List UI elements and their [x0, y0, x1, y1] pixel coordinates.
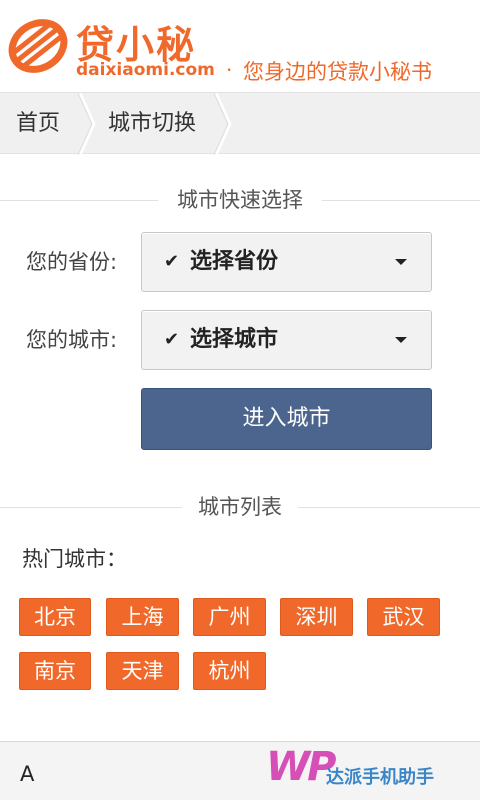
- breadcrumb-separator-icon: [214, 93, 232, 155]
- city-label: 您的城市:: [26, 328, 118, 352]
- city-tag-nanjing[interactable]: 南京: [19, 652, 91, 690]
- city-tag-tianjin[interactable]: 天津: [106, 652, 179, 690]
- wp-brand-text[interactable]: 达派手机助手: [326, 763, 434, 789]
- bottom-bar: A WP 达派手机助手: [0, 741, 480, 800]
- enter-city-button[interactable]: 进入城市: [141, 388, 432, 450]
- city-tag-shenzhen[interactable]: 深圳: [280, 598, 353, 636]
- logo-domain: daixiaomi.com: [76, 60, 215, 80]
- city-tag-beijing[interactable]: 北京: [19, 598, 91, 636]
- city-tag-wuhan[interactable]: 武汉: [367, 598, 440, 636]
- breadcrumb-home-link[interactable]: 首页: [16, 93, 60, 155]
- city-select[interactable]: ✔ 选择城市: [141, 310, 432, 370]
- divider: [298, 507, 480, 508]
- bottom-letter[interactable]: A: [20, 762, 34, 786]
- province-label: 您的省份:: [26, 250, 118, 274]
- site-header: 贷小秘 daixiaomi.com · 您身边的贷款小秘书: [0, 0, 480, 92]
- breadcrumb-separator-icon: [78, 93, 96, 155]
- caret-down-icon: [395, 337, 407, 343]
- city-tag-shanghai[interactable]: 上海: [106, 598, 179, 636]
- province-select-value: 选择省份: [190, 249, 279, 274]
- city-select-value: 选择城市: [190, 327, 279, 352]
- breadcrumb-current: 城市切换: [108, 111, 197, 136]
- logo-icon: [8, 19, 68, 73]
- quick-select-heading: 城市快速选择: [0, 185, 480, 215]
- wp-logo[interactable]: WP: [266, 744, 336, 790]
- hot-cities-label: 热门城市：: [22, 547, 127, 571]
- divider: [322, 200, 480, 201]
- slogan-dot: ·: [226, 58, 233, 82]
- check-icon: ✔: [164, 251, 180, 272]
- caret-down-icon: [395, 259, 407, 265]
- breadcrumb: 首页 城市切换: [0, 92, 480, 155]
- slogan: 您身边的贷款小秘书: [243, 60, 432, 84]
- check-icon: ✔: [164, 329, 180, 350]
- city-tag-guangzhou[interactable]: 广州: [193, 598, 266, 636]
- city-list-heading: 城市列表: [0, 492, 480, 522]
- province-select[interactable]: ✔ 选择省份: [141, 232, 432, 292]
- city-tag-hangzhou[interactable]: 杭州: [193, 652, 266, 690]
